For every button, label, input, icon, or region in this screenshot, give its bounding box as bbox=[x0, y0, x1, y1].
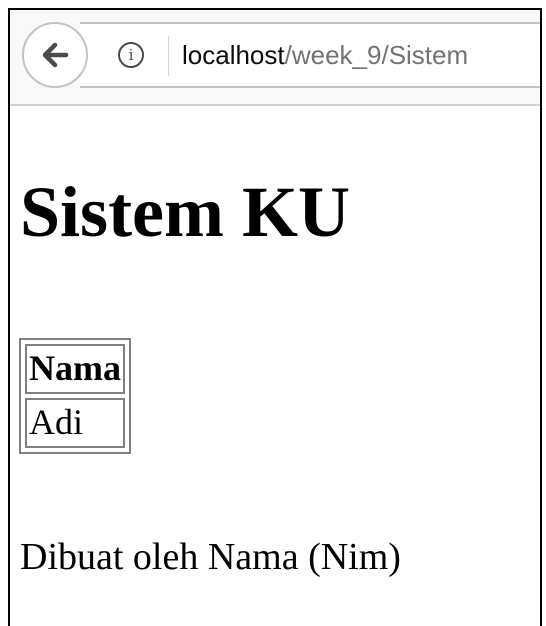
table-row: Adi bbox=[25, 397, 125, 448]
address-bar-divider bbox=[168, 36, 169, 76]
info-circle-icon[interactable]: i bbox=[118, 42, 144, 68]
browser-window: i localhost/week_9/Sistem Sistem KU Nama… bbox=[8, 8, 542, 626]
back-button[interactable] bbox=[22, 22, 88, 88]
address-bar[interactable]: i localhost/week_9/Sistem bbox=[80, 22, 540, 88]
table-cell: Adi bbox=[25, 397, 125, 448]
url-path: /week_9/Sistem bbox=[284, 40, 469, 70]
table-header-row: Nama bbox=[25, 344, 125, 394]
arrow-left-icon bbox=[42, 42, 69, 68]
column-header-nama: Nama bbox=[25, 344, 125, 394]
page-title: Sistem KU bbox=[20, 172, 350, 252]
footer-text: Dibuat oleh Nama (Nim) bbox=[20, 536, 401, 578]
browser-toolbar: i localhost/week_9/Sistem bbox=[10, 10, 540, 106]
data-table: Nama Adi bbox=[19, 338, 131, 454]
url-text[interactable]: localhost/week_9/Sistem bbox=[182, 39, 468, 71]
url-host: localhost bbox=[182, 40, 285, 70]
page-content: Sistem KU Nama Adi Dibuat oleh Nama (Nim… bbox=[10, 106, 540, 626]
